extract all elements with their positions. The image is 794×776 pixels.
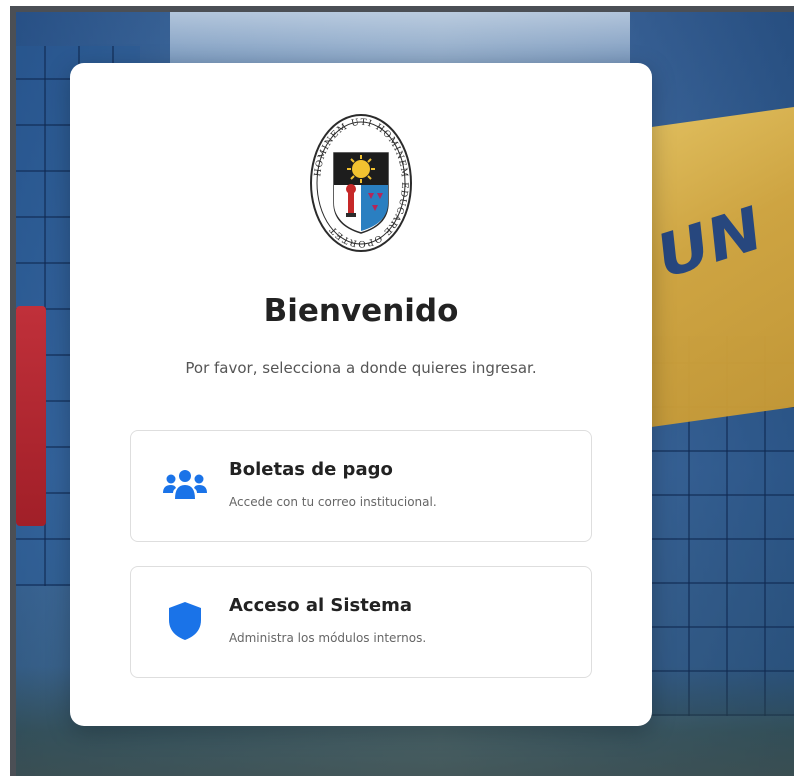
university-seal-graphic: HOMINEM UTI HOMINEM EDUCARE OPORTET bbox=[310, 114, 412, 252]
background-border-top bbox=[10, 6, 794, 12]
university-seal-icon: HOMINEM UTI HOMINEM EDUCARE OPORTET bbox=[306, 113, 416, 253]
payslips-option-title: Boletas de pago bbox=[229, 459, 393, 480]
system-access-option[interactable]: Acceso al Sistema Administra los módulos… bbox=[130, 566, 592, 678]
page-subtitle: Por favor, selecciona a donde quieres in… bbox=[185, 359, 537, 377]
payslips-option-description: Accede con tu correo institucional. bbox=[229, 495, 437, 509]
payslips-option[interactable]: Boletas de pago Accede con tu correo ins… bbox=[130, 430, 592, 542]
page-frame: UN HOMINEM UTI HOMINEM EDUCARE OPORTET B… bbox=[0, 0, 794, 776]
red-flag bbox=[16, 306, 46, 526]
shield-icon bbox=[161, 597, 209, 645]
background-border-left bbox=[10, 6, 16, 776]
page-title: Bienvenido bbox=[263, 293, 459, 329]
system-access-option-description: Administra los módulos internos. bbox=[229, 631, 427, 645]
system-access-option-title: Acceso al Sistema bbox=[229, 595, 412, 616]
welcome-card: HOMINEM UTI HOMINEM EDUCARE OPORTET Bien… bbox=[70, 63, 652, 726]
users-icon bbox=[161, 461, 209, 509]
